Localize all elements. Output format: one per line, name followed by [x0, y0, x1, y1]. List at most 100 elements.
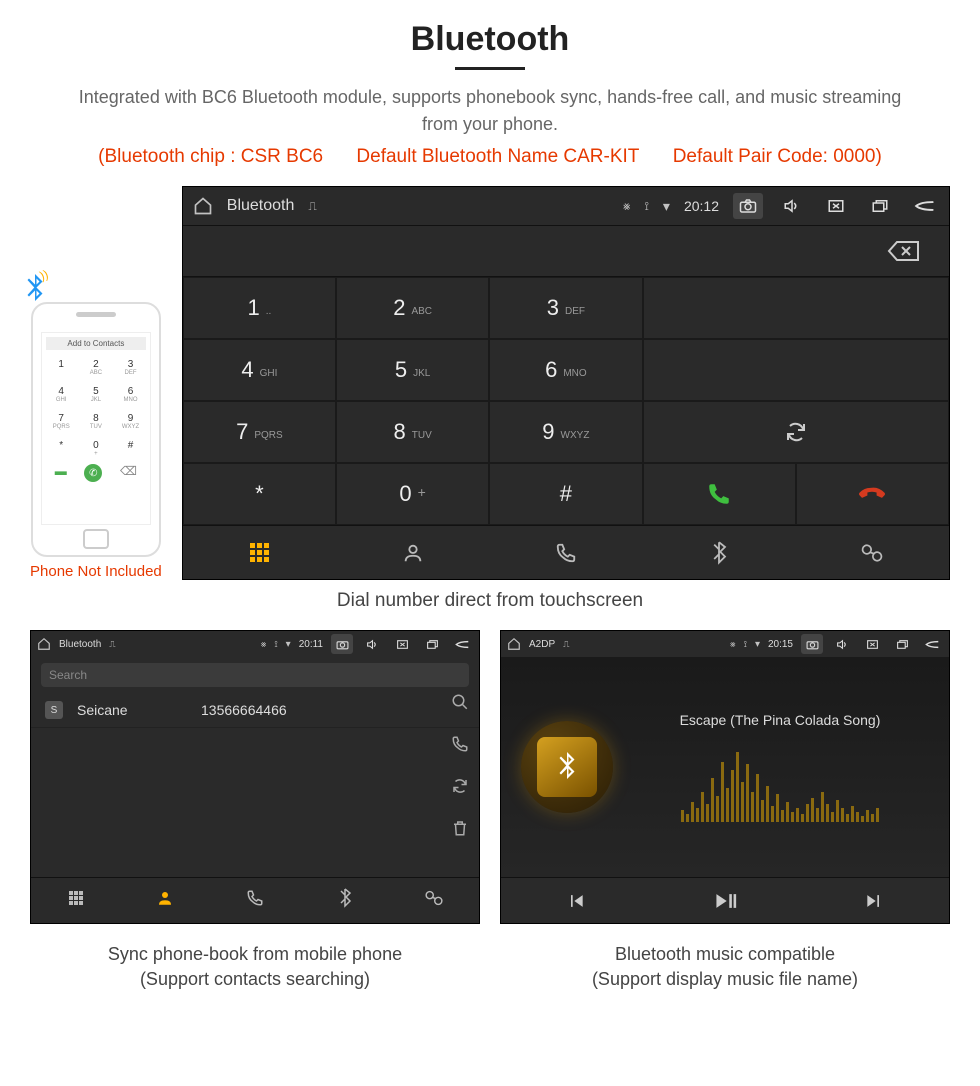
- screenshot-button[interactable]: [733, 193, 763, 219]
- volume-button[interactable]: [831, 634, 853, 654]
- call-icon[interactable]: [451, 735, 469, 753]
- volume-button[interactable]: [361, 634, 383, 654]
- mus-status-bar: A2DP ⎍ ⨳ ⟟ ▾ 20:15: [501, 631, 949, 657]
- page-description: Integrated with BC6 Bluetooth module, su…: [30, 84, 950, 138]
- hangup-button[interactable]: [796, 463, 949, 525]
- call-button[interactable]: [643, 463, 796, 525]
- phone-key: 8TUV: [81, 410, 112, 433]
- phone-back-icon: ⌫: [120, 464, 137, 482]
- tab-contacts[interactable]: [336, 526, 489, 579]
- backspace-button[interactable]: [887, 239, 921, 263]
- dial-key-1[interactable]: 1..: [183, 277, 336, 339]
- dial-key-6[interactable]: 6MNO: [489, 339, 642, 401]
- usb-icon: ⎍: [109, 639, 115, 650]
- home-icon[interactable]: [193, 196, 213, 216]
- wifi-icon: ▾: [286, 639, 291, 650]
- phonebook-unit: Bluetooth ⎍ ⨳ ⟟ ▾ 20:11 Search S Se: [30, 630, 480, 924]
- phone-key: 1: [46, 356, 77, 379]
- dial-key-star[interactable]: *: [183, 463, 336, 525]
- phonebook-caption2: (Support contacts searching): [30, 969, 480, 990]
- dial-keypad: 1..2ABC3DEF 4GHI5JKL6MNO 7PQRS8TUV9WXYZ *0+…: [183, 277, 949, 525]
- back-button[interactable]: [909, 193, 939, 219]
- dial-key-4[interactable]: 4GHI: [183, 339, 336, 401]
- close-app-button[interactable]: [821, 193, 851, 219]
- wifi-icon: ▾: [755, 639, 760, 650]
- dial-empty[interactable]: [643, 277, 949, 339]
- volume-button[interactable]: [777, 193, 807, 219]
- home-icon[interactable]: [507, 637, 521, 651]
- contact-row[interactable]: S Seicane 13566664466: [31, 693, 479, 728]
- wifi-icon: ▾: [663, 198, 670, 215]
- pb-status-time: 20:11: [299, 639, 323, 650]
- home-icon[interactable]: [37, 637, 51, 651]
- album-art: [521, 721, 613, 813]
- redial-button[interactable]: [643, 401, 949, 463]
- contact-badge: S: [45, 701, 63, 719]
- bottom-tabs: [183, 525, 949, 579]
- phone-record-icon: ▬: [55, 464, 67, 482]
- search-input[interactable]: Search: [41, 663, 469, 687]
- dial-key-0[interactable]: 0+: [336, 463, 489, 525]
- phone-add-contacts: Add to Contacts: [46, 337, 146, 350]
- back-button[interactable]: [921, 634, 943, 654]
- recent-apps-button[interactable]: [865, 193, 895, 219]
- dial-key-8[interactable]: 8TUV: [336, 401, 489, 463]
- tab-contacts[interactable]: [121, 878, 211, 917]
- phone-key: #: [115, 437, 146, 460]
- play-pause-button[interactable]: [650, 878, 799, 923]
- title-underline: [455, 67, 525, 70]
- tab-bluetooth[interactable]: [643, 526, 796, 579]
- tab-keypad[interactable]: [31, 878, 121, 917]
- phone-key: 3DEF: [115, 356, 146, 379]
- close-app-button[interactable]: [391, 634, 413, 654]
- dialer-caption: Dial number direct from touchscreen: [30, 590, 950, 612]
- pb-bottom-tabs: [31, 877, 479, 917]
- bluetooth-status-icon: ⨳: [623, 199, 630, 214]
- refresh-icon[interactable]: [451, 777, 469, 795]
- recent-apps-button[interactable]: [891, 634, 913, 654]
- phonebook-caption: Sync phone-book from mobile phone: [30, 944, 480, 965]
- location-icon: ⟟: [274, 639, 277, 650]
- dialer-unit: Bluetooth ⎍ ⨳ ⟟ ▾ 20:12 1..2ABC3DEF 4GHI5…: [182, 186, 950, 580]
- delete-icon[interactable]: [451, 819, 469, 837]
- phone-key: 4GHI: [46, 383, 77, 406]
- dial-key-9[interactable]: 9WXYZ: [489, 401, 642, 463]
- music-unit: A2DP ⎍ ⨳ ⟟ ▾ 20:15 Escape (The Pina Cola…: [500, 630, 950, 924]
- dial-key-7[interactable]: 7PQRS: [183, 401, 336, 463]
- phone-key: 9WXYZ: [115, 410, 146, 433]
- spec-name: Default Bluetooth Name CAR-KIT: [356, 146, 639, 167]
- dial-key-3[interactable]: 3DEF: [489, 277, 642, 339]
- spec-pair: Default Pair Code: 0000): [673, 146, 882, 167]
- tab-devices[interactable]: [389, 878, 479, 917]
- tab-calls[interactable]: [489, 526, 642, 579]
- music-caption2: (Support display music file name): [500, 969, 950, 990]
- tab-devices[interactable]: [796, 526, 949, 579]
- dial-key-hash[interactable]: #: [489, 463, 642, 525]
- tab-calls[interactable]: [210, 878, 300, 917]
- back-button[interactable]: [451, 634, 473, 654]
- phone-key: 6MNO: [115, 383, 146, 406]
- spec-chip: (Bluetooth chip : CSR BC6: [98, 146, 323, 167]
- dial-key-5[interactable]: 5JKL: [336, 339, 489, 401]
- status-bar: Bluetooth ⎍ ⨳ ⟟ ▾ 20:12: [183, 187, 949, 225]
- prev-track-button[interactable]: [501, 878, 650, 923]
- search-icon[interactable]: [451, 693, 469, 711]
- phone-not-included-label: Phone Not Included: [30, 563, 162, 580]
- music-caption: Bluetooth music compatible: [500, 944, 950, 965]
- pb-status-bar: Bluetooth ⎍ ⨳ ⟟ ▾ 20:11: [31, 631, 479, 657]
- status-title: Bluetooth: [227, 197, 295, 215]
- tab-bluetooth[interactable]: [300, 878, 390, 917]
- equalizer: [631, 744, 929, 822]
- location-icon: ⟟: [744, 639, 747, 650]
- screenshot-button[interactable]: [331, 634, 353, 654]
- screenshot-button[interactable]: [801, 634, 823, 654]
- next-track-button[interactable]: [800, 878, 949, 923]
- tab-keypad[interactable]: [183, 526, 336, 579]
- recent-apps-button[interactable]: [421, 634, 443, 654]
- song-title: Escape (The Pina Colada Song): [631, 712, 929, 728]
- close-app-button[interactable]: [861, 634, 883, 654]
- bluetooth-status-icon: ⨳: [261, 639, 267, 650]
- bluetooth-status-icon: ⨳: [730, 639, 736, 650]
- dial-empty[interactable]: [643, 339, 949, 401]
- dial-key-2[interactable]: 2ABC: [336, 277, 489, 339]
